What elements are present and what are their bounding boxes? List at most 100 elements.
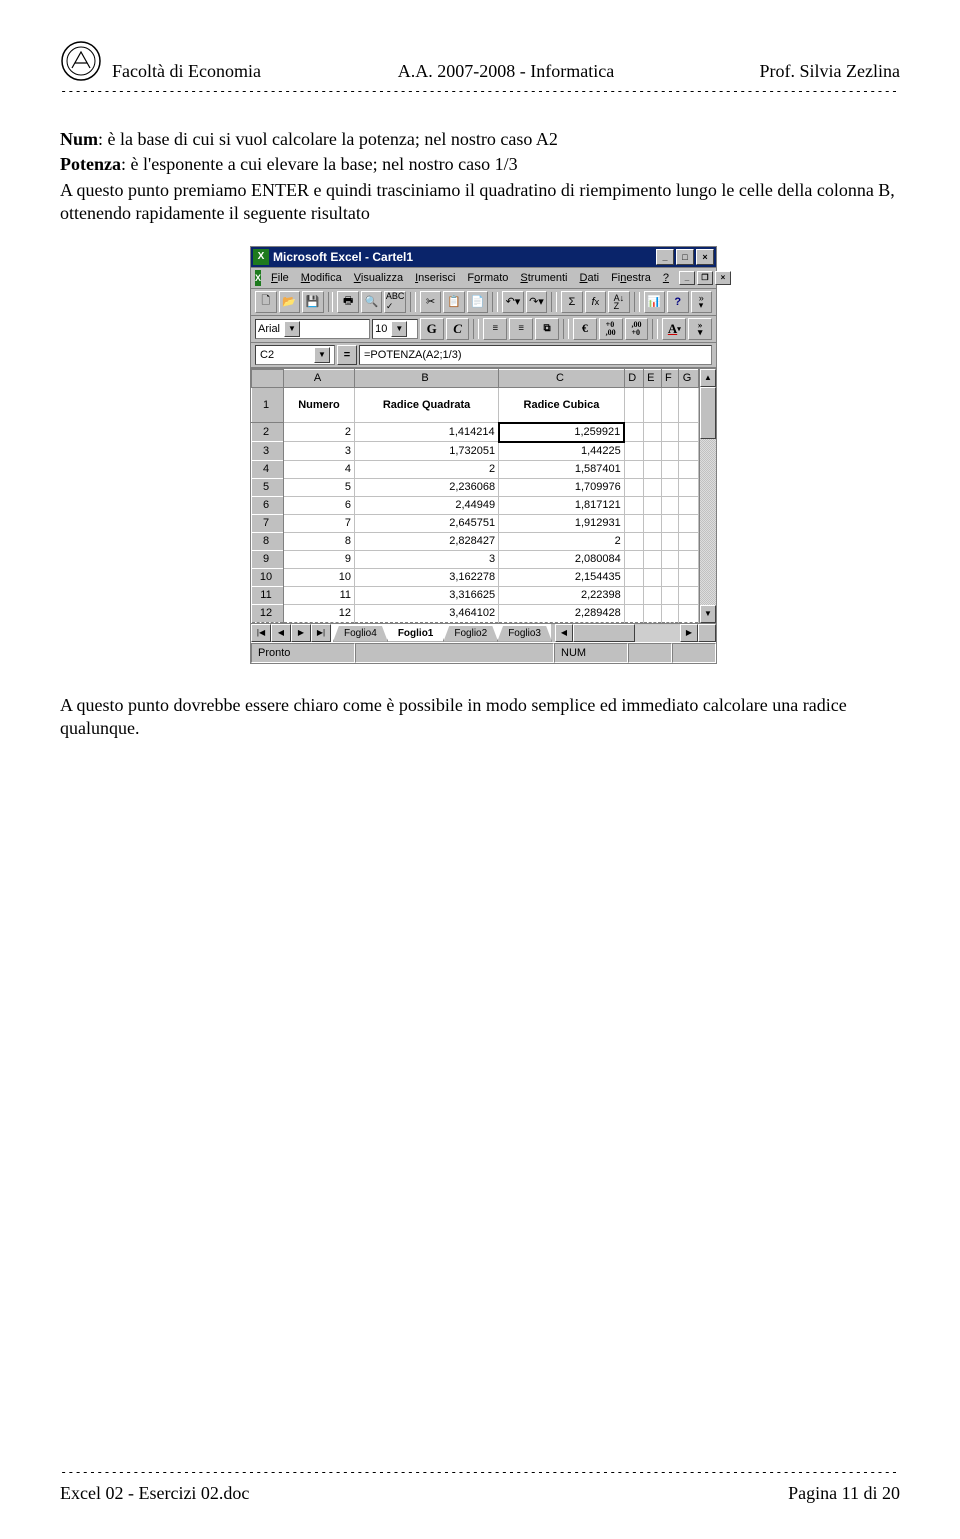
menu-file[interactable]: File [265,271,295,285]
scroll-left-button[interactable]: ◀ [555,624,573,642]
undo-button[interactable]: ↶▾ [502,291,524,313]
equals-button[interactable]: = [337,345,357,365]
row-header[interactable]: 1 [252,387,284,423]
print-preview-button[interactable]: 🔍 [361,291,383,313]
toolbar-options-button[interactable]: »▾ [691,291,713,313]
cell[interactable] [661,604,678,622]
format-options-button[interactable]: »▾ [688,318,712,340]
cell[interactable]: 3 [355,550,499,568]
scroll-up-button[interactable]: ▲ [700,369,716,387]
cell[interactable] [678,442,698,461]
cell[interactable]: 2,645751 [355,514,499,532]
menu-strumenti[interactable]: Strumenti [514,271,573,285]
paste-button[interactable]: 📄 [467,291,489,313]
row-header[interactable]: 2 [252,423,284,442]
cell[interactable] [678,568,698,586]
cell[interactable] [678,387,698,423]
cell[interactable] [661,532,678,550]
col-header-f[interactable]: F [661,369,678,387]
sheet-tab[interactable]: Foglio4 [333,626,388,642]
close-button[interactable]: × [696,249,714,265]
cell[interactable] [624,423,643,442]
row-header[interactable]: 11 [252,586,284,604]
bold-button[interactable]: G [420,318,444,340]
cell[interactable] [624,568,643,586]
cell[interactable]: 2 [499,532,625,550]
resize-grip[interactable] [698,624,716,642]
cell[interactable]: 3,316625 [355,586,499,604]
decrease-decimal-button[interactable]: ,00+0 [625,318,649,340]
menu-help[interactable]: ? [657,271,675,285]
cell[interactable]: 1,817121 [499,496,625,514]
col-header-b[interactable]: B [355,369,499,387]
cell[interactable] [661,423,678,442]
cell[interactable]: 2,828427 [355,532,499,550]
row-header[interactable]: 3 [252,442,284,461]
cell[interactable]: 2,22398 [499,586,625,604]
font-color-button[interactable]: A▾ [662,318,686,340]
copy-button[interactable]: 📋 [443,291,465,313]
cut-button[interactable]: ✂ [420,291,442,313]
cell[interactable] [624,604,643,622]
font-size-combo[interactable]: 10 ▼ [372,319,418,339]
cell[interactable] [678,550,698,568]
col-header-d[interactable]: D [624,369,643,387]
row-header[interactable]: 12 [252,604,284,622]
cell[interactable] [643,568,661,586]
col-header-c[interactable]: C [499,369,625,387]
cell[interactable] [643,496,661,514]
menu-visualizza[interactable]: Visualizza [348,271,409,285]
sheet-tab-active[interactable]: Foglio1 [387,626,445,642]
cell[interactable] [678,496,698,514]
cell[interactable]: 1,587401 [499,460,625,478]
col-header-a[interactable]: A [284,369,355,387]
cell[interactable]: 2,080084 [499,550,625,568]
cell[interactable] [678,532,698,550]
autosum-button[interactable]: Σ [561,291,583,313]
workbook-icon[interactable]: X [255,270,261,286]
cell[interactable]: 1,414214 [355,423,499,442]
cell[interactable] [643,532,661,550]
cell[interactable]: 2,154435 [499,568,625,586]
cell[interactable]: Numero [284,387,355,423]
scroll-thumb[interactable] [573,624,635,642]
row-header[interactable]: 10 [252,568,284,586]
cell[interactable] [624,442,643,461]
scroll-thumb[interactable] [700,387,716,439]
cell[interactable] [624,514,643,532]
cells-table[interactable]: A B C D E F G 1 Numero Radice Quadrata R… [251,369,699,623]
cell[interactable]: 5 [284,478,355,496]
menu-dati[interactable]: Dati [574,271,606,285]
col-header-g[interactable]: G [678,369,698,387]
cell[interactable]: 2,44949 [355,496,499,514]
sheet-tab[interactable]: Foglio3 [497,626,552,642]
cell[interactable] [661,568,678,586]
horizontal-scrollbar[interactable]: ◀ ▶ [555,624,716,642]
doc-close-button[interactable]: × [715,271,731,285]
cell[interactable] [643,423,661,442]
open-button[interactable]: 📂 [279,291,301,313]
active-cell[interactable]: 1,259921 [499,423,625,442]
cell[interactable]: 2 [284,423,355,442]
cell[interactable]: 1,912931 [499,514,625,532]
maximize-button[interactable]: □ [676,249,694,265]
tab-prev-button[interactable]: ◀ [271,624,291,642]
cell[interactable]: 11 [284,586,355,604]
save-button[interactable]: 💾 [302,291,324,313]
cell[interactable]: 3,162278 [355,568,499,586]
cell[interactable] [661,460,678,478]
cell[interactable] [643,550,661,568]
scroll-right-button[interactable]: ▶ [680,624,698,642]
cell[interactable] [624,550,643,568]
cell[interactable] [643,514,661,532]
cell[interactable]: 8 [284,532,355,550]
scroll-track[interactable] [700,439,716,605]
cell[interactable] [624,478,643,496]
cell[interactable]: Radice Quadrata [355,387,499,423]
cell[interactable]: 1,732051 [355,442,499,461]
cell[interactable]: 1,709976 [499,478,625,496]
select-all-corner[interactable] [252,369,284,387]
align-center-button[interactable]: ≡ [509,318,533,340]
cell[interactable] [678,423,698,442]
cell[interactable]: 2,236068 [355,478,499,496]
